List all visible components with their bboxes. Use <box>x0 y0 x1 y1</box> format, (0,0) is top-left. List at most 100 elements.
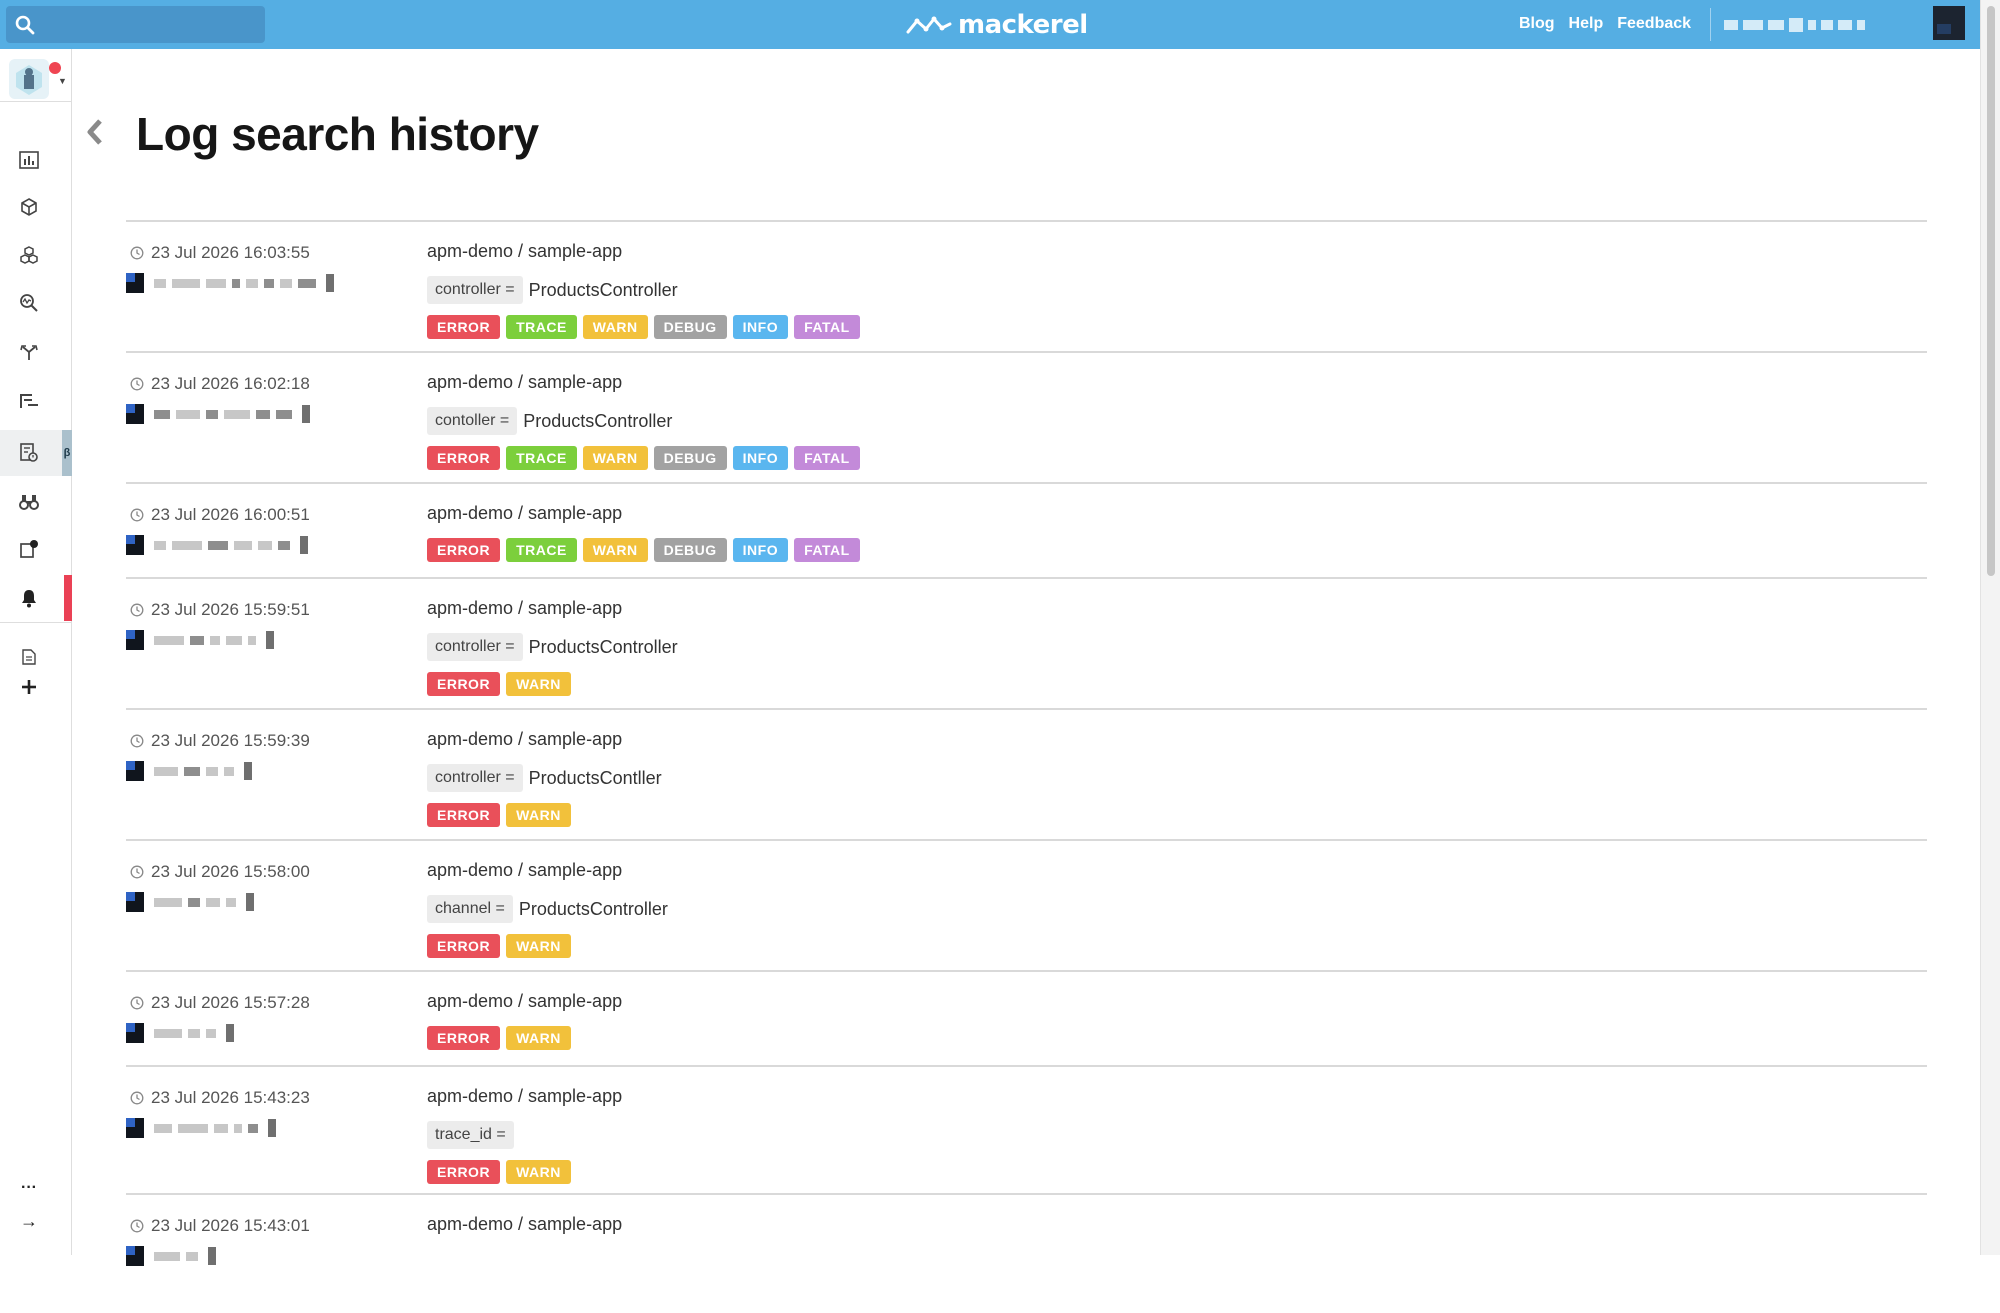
timestamp-text: 23 Jul 2026 15:43:01 <box>151 1216 310 1235</box>
history-user <box>126 1246 216 1266</box>
tag-error[interactable]: ERROR <box>427 1160 501 1184</box>
tag-error[interactable]: ERROR <box>427 538 501 562</box>
sidebar-item-traces[interactable] <box>0 378 72 424</box>
tag-trace[interactable]: TRACE <box>506 446 577 470</box>
search-input[interactable] <box>46 10 256 39</box>
redacted-user-name <box>154 1028 216 1038</box>
search-history-list: 23 Jul 2026 16:03:55 apm-demo / sample-ap… <box>126 220 1927 1313</box>
sidebar-item-monitors[interactable] <box>0 526 72 572</box>
tag-error[interactable]: ERROR <box>427 315 501 339</box>
filter-key: controller = <box>427 633 523 661</box>
history-entry[interactable]: 23 Jul 2026 16:03:55 apm-demo / sample-ap… <box>126 220 1927 351</box>
tag-info[interactable]: INFO <box>732 315 789 339</box>
service-path[interactable]: apm-demo / sample-app <box>427 503 622 524</box>
tag-error[interactable]: ERROR <box>427 934 501 958</box>
clock-icon <box>130 246 144 260</box>
log-level-tags: ERROR WARN <box>427 934 571 958</box>
global-search[interactable] <box>6 6 265 43</box>
sidebar-item-services[interactable] <box>0 184 72 230</box>
brand-logo[interactable]: mackerel <box>906 9 1088 41</box>
log-level-tags: ERROR WARN <box>427 672 571 696</box>
tag-fatal[interactable]: FATAL <box>794 446 860 470</box>
chevron-down-icon[interactable]: ▼ <box>58 76 67 86</box>
tag-error[interactable]: ERROR <box>427 446 501 470</box>
tag-debug[interactable]: DEBUG <box>653 315 727 339</box>
service-path[interactable]: apm-demo / sample-app <box>427 1214 622 1235</box>
history-entry[interactable]: 23 Jul 2026 15:43:01 apm-demo / sample-ap… <box>126 1193 1927 1313</box>
nav-feedback-link[interactable]: Feedback <box>1617 15 1691 33</box>
tag-error[interactable]: ERROR <box>427 803 501 827</box>
tag-fatal[interactable]: FATAL <box>794 315 860 339</box>
tag-info[interactable]: INFO <box>732 538 789 562</box>
redacted-marker <box>300 536 308 554</box>
sidebar-item-dashboards[interactable] <box>0 137 72 183</box>
redacted-user-name <box>154 1123 258 1133</box>
more-icon[interactable]: ··· <box>0 1173 72 1203</box>
binoculars-icon <box>19 495 39 510</box>
brand-name: mackerel <box>958 10 1088 40</box>
organization-icon[interactable] <box>9 59 61 99</box>
history-timestamp: 23 Jul 2026 15:59:39 <box>130 731 310 751</box>
history-entry[interactable]: 23 Jul 2026 15:43:23 apm-demo / sample-ap… <box>126 1065 1927 1193</box>
service-path[interactable]: apm-demo / sample-app <box>427 991 622 1012</box>
user-avatar <box>126 404 144 424</box>
log-level-tags: ERROR WARN <box>427 1026 571 1050</box>
history-entry[interactable]: 23 Jul 2026 15:58:00 apm-demo / sample-ap… <box>126 839 1927 970</box>
tag-warn[interactable]: WARN <box>506 1160 571 1184</box>
filter-key: channel = <box>427 895 513 923</box>
vertical-scrollbar[interactable] <box>1980 0 2000 1255</box>
tag-error[interactable]: ERROR <box>427 1026 501 1050</box>
service-path[interactable]: apm-demo / sample-app <box>427 241 622 262</box>
sidebar-item-hosts[interactable] <box>0 232 72 278</box>
tag-warn[interactable]: WARN <box>506 672 571 696</box>
scrollbar-thumb[interactable] <box>1987 6 1995 576</box>
service-path[interactable]: apm-demo / sample-app <box>427 1086 622 1107</box>
clock-icon <box>130 1091 144 1105</box>
redacted-marker <box>246 893 254 911</box>
nav-blog-link[interactable]: Blog <box>1519 15 1555 33</box>
history-timestamp: 23 Jul 2026 16:00:51 <box>130 505 310 525</box>
tag-warn[interactable]: WARN <box>582 315 648 339</box>
tag-debug[interactable]: DEBUG <box>653 538 727 562</box>
sidebar-item-docs[interactable] <box>0 640 72 674</box>
tag-fatal[interactable]: FATAL <box>794 538 860 562</box>
history-entry[interactable]: 23 Jul 2026 15:59:39 apm-demo / sample-ap… <box>126 708 1927 839</box>
sidebar-item-alerts[interactable] <box>0 575 72 621</box>
history-entry[interactable]: 23 Jul 2026 16:02:18 apm-demo / sample-ap… <box>126 351 1927 482</box>
history-entry[interactable]: 23 Jul 2026 16:00:51 apm-demo / sample-ap… <box>126 482 1927 577</box>
tag-trace[interactable]: TRACE <box>506 315 577 339</box>
tag-warn[interactable]: WARN <box>506 934 571 958</box>
clock-icon <box>130 1219 144 1233</box>
sidebar-item-service-map[interactable] <box>0 329 72 375</box>
service-path[interactable]: apm-demo / sample-app <box>427 598 622 619</box>
service-path[interactable]: apm-demo / sample-app <box>427 860 622 881</box>
tag-warn[interactable]: WARN <box>506 803 571 827</box>
clock-icon <box>130 377 144 391</box>
tag-trace[interactable]: TRACE <box>506 538 577 562</box>
service-path[interactable]: apm-demo / sample-app <box>427 372 622 393</box>
tag-warn[interactable]: WARN <box>582 538 648 562</box>
history-entry[interactable]: 23 Jul 2026 15:59:51 apm-demo / sample-ap… <box>126 577 1927 708</box>
organization-switcher[interactable] <box>1724 18 1865 32</box>
tag-error[interactable]: ERROR <box>427 672 501 696</box>
sidebar-item-logs[interactable]: β <box>0 430 72 476</box>
redacted-user-name <box>154 635 256 645</box>
history-timestamp: 23 Jul 2026 16:02:18 <box>130 374 310 394</box>
sidebar-item-add[interactable] <box>0 670 72 704</box>
user-avatar[interactable] <box>1933 6 1965 40</box>
log-level-tags: ERROR TRACE WARN DEBUG INFO FATAL <box>427 446 860 470</box>
clock-icon <box>130 603 144 617</box>
tag-debug[interactable]: DEBUG <box>653 446 727 470</box>
back-chevron-icon[interactable] <box>86 118 104 146</box>
query-filter: controller = ProductsContller <box>427 764 662 792</box>
sidebar-item-trace-search[interactable] <box>0 280 72 326</box>
tag-warn[interactable]: WARN <box>582 446 648 470</box>
history-entry[interactable]: 23 Jul 2026 15:57:28 apm-demo / sample-ap… <box>126 970 1927 1065</box>
expand-arrow-icon[interactable]: → <box>0 1206 72 1236</box>
tag-warn[interactable]: WARN <box>506 1026 571 1050</box>
page-title: Log search history <box>136 108 539 160</box>
nav-help-link[interactable]: Help <box>1569 15 1604 33</box>
service-path[interactable]: apm-demo / sample-app <box>427 729 622 750</box>
sidebar-item-explorer[interactable] <box>0 479 72 525</box>
tag-info[interactable]: INFO <box>732 446 789 470</box>
